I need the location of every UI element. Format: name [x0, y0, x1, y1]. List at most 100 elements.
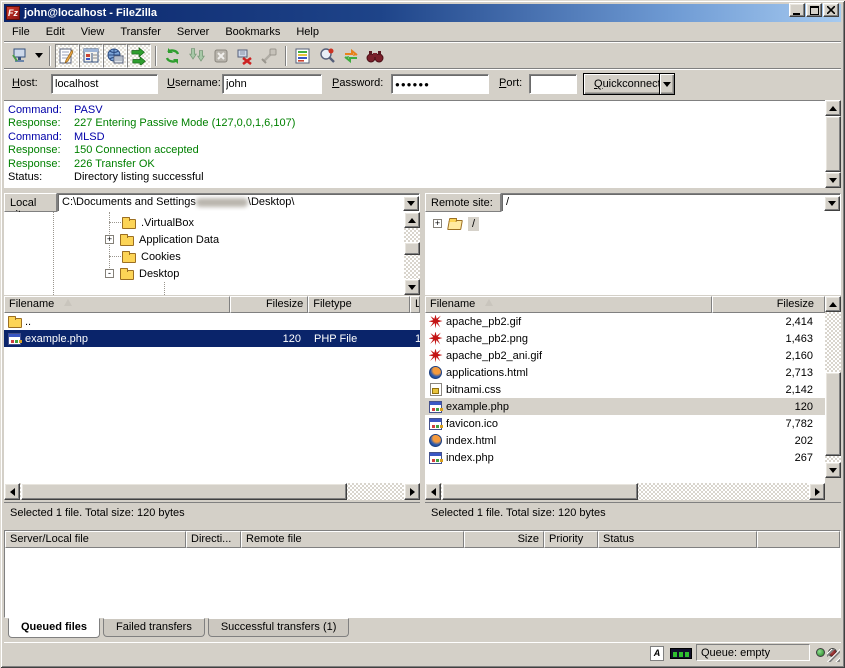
column-header-filesize[interactable]: Filesize	[230, 296, 308, 313]
local-list-hscrollbar[interactable]	[4, 483, 420, 500]
scrollbar-thumb[interactable]	[404, 242, 420, 255]
file-row[interactable]: apache_pb2.gif 2,414	[425, 313, 825, 330]
tab-successful-transfers[interactable]: Successful transfers (1)	[208, 618, 350, 637]
tree-item-virtualbox[interactable]: .VirtualBox	[122, 214, 194, 231]
remote-list-vscrollbar[interactable]	[825, 296, 841, 478]
toggle-remote-tree-button[interactable]	[103, 44, 127, 68]
scroll-down-button[interactable]	[825, 462, 841, 478]
scroll-left-button[interactable]	[425, 483, 441, 500]
remote-site-combobox[interactable]: /	[501, 193, 841, 212]
file-row-selected[interactable]: example.php 120	[425, 398, 825, 415]
quickconnect-dropdown-button[interactable]	[659, 73, 675, 95]
collapse-minus-icon[interactable]: -	[105, 269, 114, 278]
scrollbar-thumb[interactable]	[825, 116, 841, 172]
disconnect-button[interactable]	[233, 44, 257, 68]
minimize-button[interactable]	[789, 3, 805, 17]
column-header-filetype[interactable]: Filetype	[308, 296, 410, 313]
tree-item-application-data[interactable]: + Application Data	[105, 231, 219, 248]
password-input[interactable]	[391, 74, 489, 94]
local-site-dropdown-button[interactable]	[403, 196, 419, 211]
remote-status-text: Selected 1 file. Total size: 120 bytes	[425, 502, 841, 522]
toggle-transfer-queue-button[interactable]	[127, 44, 151, 68]
scroll-down-button[interactable]	[404, 279, 420, 295]
title-bar[interactable]: Fz john@localhost - FileZilla	[4, 4, 841, 22]
remote-site-dropdown-button[interactable]	[824, 196, 840, 211]
local-site-combobox[interactable]: C:\Documents and Settings\Desktop\	[57, 193, 420, 212]
tree-item-root[interactable]: + /	[433, 215, 479, 232]
column-header-status[interactable]: Status	[598, 531, 757, 548]
resize-grip[interactable]	[827, 649, 840, 662]
expand-plus-icon[interactable]: +	[105, 235, 114, 244]
remote-directory-tree[interactable]: + /	[425, 212, 841, 295]
local-directory-tree[interactable]: .VirtualBox + Application Data Cookies -…	[4, 212, 404, 295]
compare-directories-button[interactable]	[315, 44, 339, 68]
tab-failed-transfers[interactable]: Failed transfers	[103, 618, 205, 637]
local-tree-scrollbar[interactable]	[404, 212, 420, 295]
tree-item-desktop[interactable]: - Desktop	[105, 265, 179, 282]
toggle-local-tree-button[interactable]	[79, 44, 103, 68]
tree-item-cookies[interactable]: Cookies	[122, 248, 181, 265]
file-row-example-php[interactable]: example.php 120 PHP File 1	[4, 330, 420, 347]
directory-filter-button[interactable]	[291, 44, 315, 68]
scroll-down-button[interactable]	[825, 172, 841, 188]
scroll-up-button[interactable]	[404, 212, 420, 228]
column-header-filename[interactable]: Filename	[425, 296, 712, 313]
menu-view[interactable]: View	[73, 24, 113, 40]
arrow-down-icon	[408, 285, 416, 290]
column-header-size[interactable]: Size	[464, 531, 544, 548]
speed-limits-indicator[interactable]	[670, 648, 692, 659]
column-header-filename[interactable]: Filename	[4, 296, 230, 313]
expand-plus-icon[interactable]: +	[433, 219, 442, 228]
column-header-last-modified[interactable]: L	[410, 296, 420, 313]
log-scrollbar[interactable]	[825, 100, 841, 188]
refresh-button[interactable]	[161, 44, 185, 68]
file-row[interactable]: bitnami.css 2,142	[425, 381, 825, 398]
maximize-button[interactable]	[806, 3, 822, 17]
column-header-remote-file[interactable]: Remote file	[241, 531, 464, 548]
scroll-right-button[interactable]	[404, 483, 420, 500]
scrollbar-thumb[interactable]	[442, 483, 638, 500]
close-button[interactable]	[823, 3, 839, 17]
column-header-priority[interactable]: Priority	[544, 531, 598, 548]
scrollbar-thumb[interactable]	[21, 483, 347, 500]
menu-bookmarks[interactable]: Bookmarks	[217, 24, 288, 40]
menu-server[interactable]: Server	[169, 24, 217, 40]
file-row[interactable]: favicon.ico 7,782	[425, 415, 825, 432]
site-manager-button[interactable]	[8, 44, 32, 68]
message-log[interactable]: Command:PASV Response:227 Entering Passi…	[4, 100, 825, 188]
tab-queued-files[interactable]: Queued files	[8, 618, 100, 638]
file-row-parent-dir[interactable]: ..	[4, 313, 420, 330]
remote-list-hscrollbar[interactable]	[425, 483, 825, 500]
scrollbar-thumb[interactable]	[825, 372, 841, 456]
file-row[interactable]: index.php 267	[425, 449, 825, 466]
find-files-button[interactable]	[363, 44, 387, 68]
column-header-direction[interactable]: Directi...	[186, 531, 241, 548]
reconnect-button[interactable]	[257, 44, 281, 68]
synchronized-browsing-button[interactable]	[339, 44, 363, 68]
menu-help[interactable]: Help	[288, 24, 327, 40]
toggle-message-log-button[interactable]	[55, 44, 79, 68]
host-input[interactable]	[51, 74, 158, 94]
scroll-up-button[interactable]	[825, 100, 841, 116]
file-row[interactable]: applications.html 2,713	[425, 364, 825, 381]
file-row[interactable]: index.html 202	[425, 432, 825, 449]
folder-icon	[122, 219, 136, 229]
column-header-server-local-file[interactable]: Server/Local file	[5, 531, 186, 548]
scroll-up-button[interactable]	[825, 296, 841, 312]
port-input[interactable]	[529, 74, 577, 94]
file-row[interactable]: apache_pb2_ani.gif 2,160	[425, 347, 825, 364]
menu-file[interactable]: File	[4, 24, 38, 40]
cancel-operation-button[interactable]	[209, 44, 233, 68]
local-file-list[interactable]: .. example.php 120 PHP File 1	[4, 313, 420, 483]
menu-transfer[interactable]: Transfer	[112, 24, 169, 40]
transfer-type-indicator[interactable]: A	[650, 646, 664, 661]
username-input[interactable]	[222, 74, 322, 94]
site-manager-dropdown-button[interactable]	[32, 44, 45, 68]
remote-file-list[interactable]: apache_pb2.gif 2,414 apache_pb2.png 1,46…	[425, 313, 825, 483]
menu-edit[interactable]: Edit	[38, 24, 73, 40]
file-row[interactable]: apache_pb2.png 1,463	[425, 330, 825, 347]
scroll-right-button[interactable]	[809, 483, 825, 500]
process-queue-button[interactable]	[185, 44, 209, 68]
scroll-left-button[interactable]	[4, 483, 20, 500]
column-header-filesize[interactable]: Filesize	[712, 296, 825, 313]
